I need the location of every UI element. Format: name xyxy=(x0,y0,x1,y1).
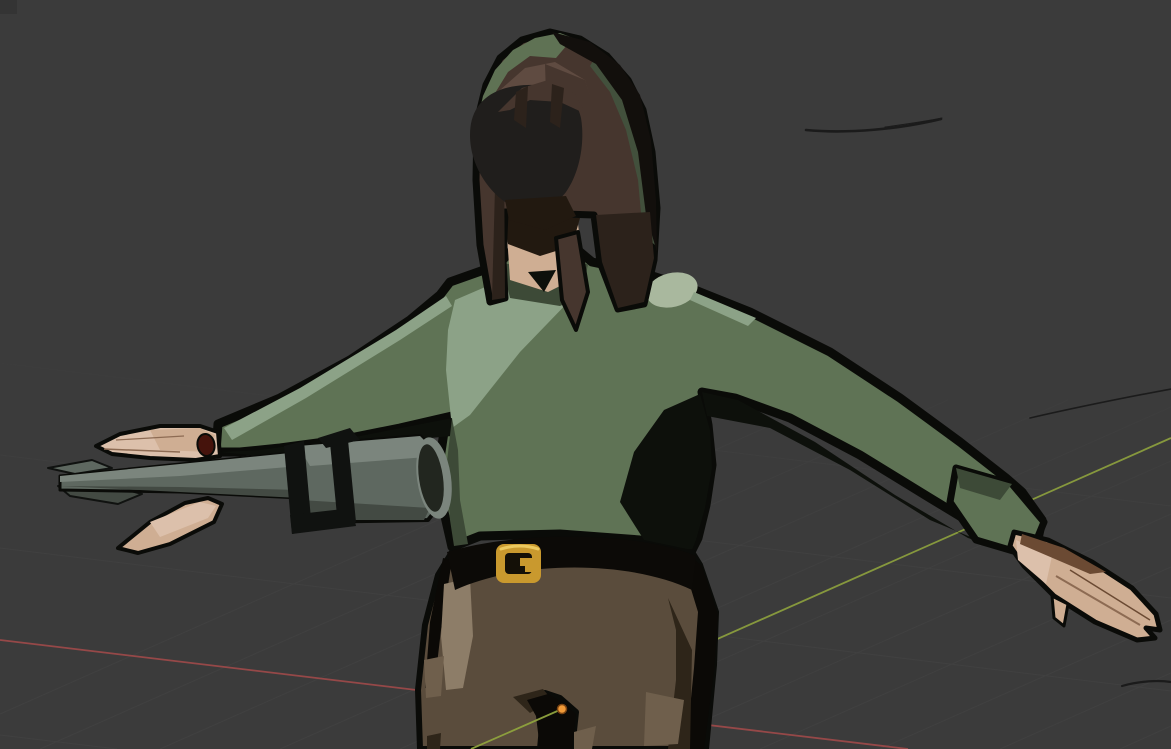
head[interactable] xyxy=(470,32,657,330)
pants-right-leg-facet xyxy=(644,692,684,746)
pants-hip-facet xyxy=(424,656,444,698)
object-origin-dot[interactable] xyxy=(558,705,567,714)
viewport-corner-panel-edge xyxy=(0,0,17,14)
viewport-canvas[interactable] xyxy=(0,0,1171,749)
viewport-stage xyxy=(0,0,1171,749)
